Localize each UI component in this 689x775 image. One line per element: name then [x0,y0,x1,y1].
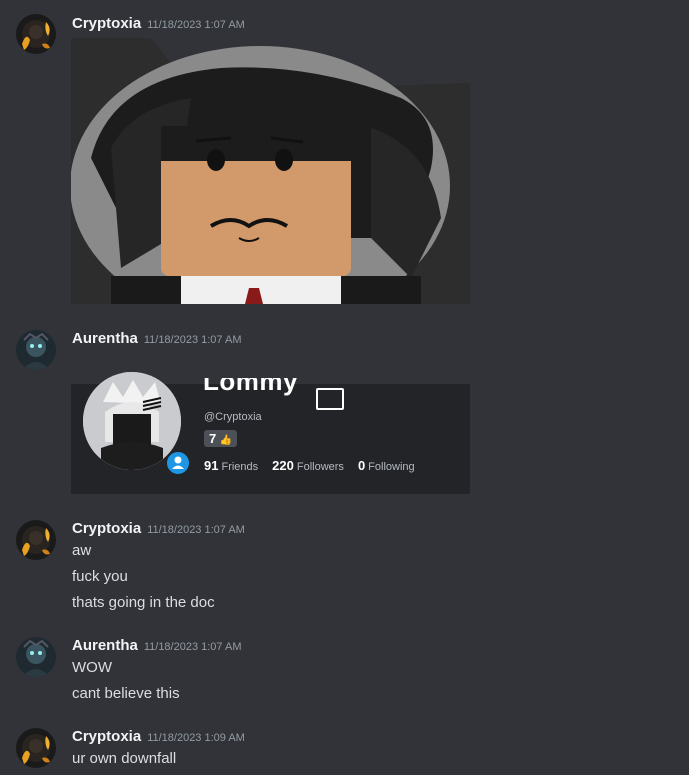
timestamp[interactable]: 11/18/2023 1:09 AM [147,732,245,744]
friends-label: Friends [221,461,259,473]
username[interactable]: Aurentha [72,637,138,654]
profile-stats: 91 Friends 220 Followers 0 Following [204,457,429,475]
roblox-avatar-image [71,38,470,304]
flame-avatar-icon [16,14,56,54]
timestamp[interactable]: 11/18/2023 1:07 AM [147,524,245,536]
user-avatar[interactable] [16,520,56,560]
followers-count: 220 [272,458,294,473]
timestamp[interactable]: 11/18/2023 1:07 AM [147,19,245,31]
message-header: Aurentha 11/18/2023 1:07 AM [72,330,242,348]
message-header: Cryptoxia 11/18/2023 1:09 AM [72,728,245,746]
message-header: Aurentha 11/18/2023 1:07 AM [72,637,242,655]
flame-avatar-icon [16,728,56,768]
followers-label: Followers [296,461,344,473]
username[interactable]: Cryptoxia [72,728,141,745]
message-text: thats going in the doc [72,594,215,611]
dark-avatar-icon [16,637,56,677]
message-text: aw [72,542,92,559]
profile-embed-image[interactable]: Lommy @Cryptoxia 7 👍 91 Friends 220 Followe… [71,354,470,494]
thumbs-up-icon: 👍 [219,435,233,446]
user-avatar[interactable] [16,330,56,370]
message-text: WOW [72,659,112,676]
profile-handle: @Cryptoxia [204,411,262,423]
timestamp[interactable]: 11/18/2023 1:07 AM [144,641,242,653]
message-header: Cryptoxia 11/18/2023 1:07 AM [72,520,245,538]
username[interactable]: Aurentha [72,330,138,347]
username[interactable]: Cryptoxia [72,520,141,537]
flame-avatar-icon [16,520,56,560]
username[interactable]: Cryptoxia [72,15,141,32]
dark-avatar-icon [16,330,56,370]
following-label: Following [368,461,415,473]
message-header: Cryptoxia 11/18/2023 1:07 AM [72,15,245,33]
chat-messages: Cryptoxia 11/18/2023 1:07 AM Aurentha 11… [0,0,689,775]
following-count: 0 [357,458,366,473]
timestamp[interactable]: 11/18/2023 1:07 AM [144,334,242,346]
user-avatar[interactable] [16,637,56,677]
user-icon [165,450,191,476]
user-avatar[interactable] [16,14,56,54]
image-attachment[interactable] [71,38,470,304]
message-text: ur own downfall [72,750,177,767]
user-avatar[interactable] [16,728,56,768]
badge-count: 7 👍 [204,430,238,447]
message-text: cant believe this [72,685,180,702]
badge-count-value: 7 [209,431,217,446]
verified-icon [316,388,344,410]
message-text: fuck you [72,568,128,585]
friends-count: 91 [204,458,219,473]
